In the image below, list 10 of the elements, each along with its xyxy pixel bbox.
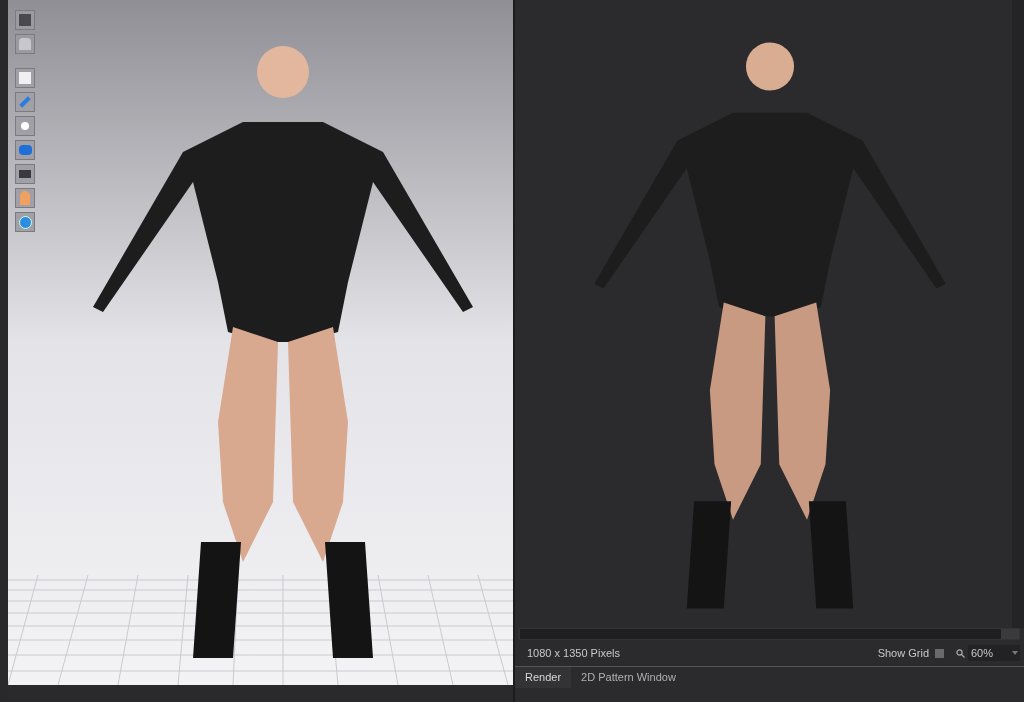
tab[interactable]: 2D Pattern Window — [571, 667, 686, 688]
show-grid-label: Show Grid — [877, 645, 929, 661]
show-grid-checkbox[interactable] — [935, 648, 944, 658]
3d-viewport[interactable] — [8, 0, 513, 685]
tab[interactable]: Render — [515, 667, 572, 688]
horizontal-scrollbar[interactable] — [519, 628, 1020, 640]
resolution-label: 1080 x 1350 Pixels — [527, 645, 620, 661]
caret-icon — [1012, 651, 1018, 655]
zoom-dropdown[interactable]: 60% — [968, 645, 1020, 661]
search-icon — [956, 648, 965, 658]
